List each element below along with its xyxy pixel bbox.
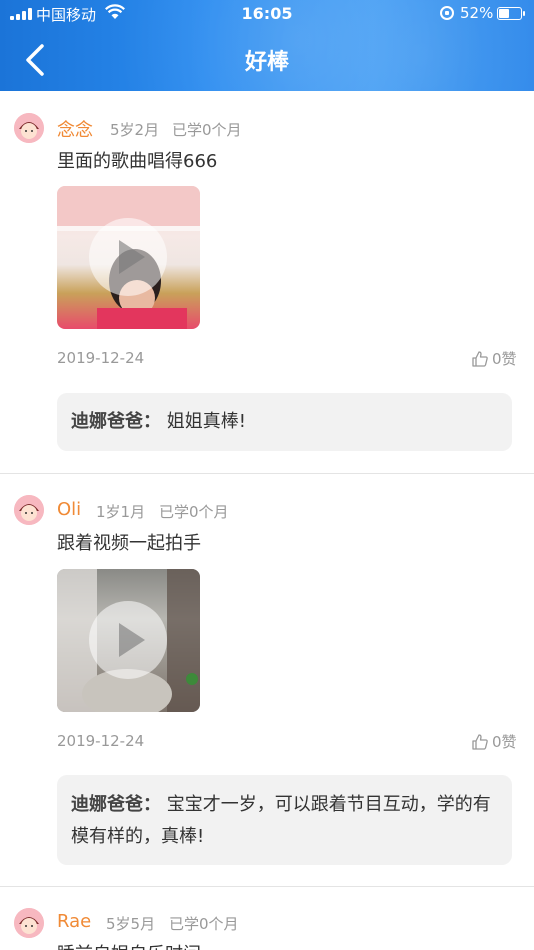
status-bar: 中国移动 16:05 52% (0, 0, 534, 28)
user-age: 5岁2月 (110, 121, 160, 139)
video-thumbnail[interactable] (57, 569, 200, 712)
battery-percent: 52% (460, 4, 494, 22)
study-duration: 已学0个月 (172, 121, 242, 139)
like-button[interactable]: 0赞 (471, 348, 517, 369)
like-button[interactable]: 0赞 (471, 731, 517, 752)
user-age: 5岁5月 (106, 915, 156, 933)
user-name[interactable]: 念念 (57, 116, 93, 142)
avatar[interactable] (14, 908, 44, 938)
battery-icon (497, 7, 525, 20)
app-header: 中国移动 16:05 52% 好棒 (0, 0, 534, 91)
post-date: 2019-12-24 (57, 349, 145, 367)
like-count: 0赞 (492, 350, 517, 368)
comment-text: 里面的歌曲唱得666 (57, 151, 218, 172)
reply-author[interactable]: 迪娜爸爸： (71, 794, 161, 815)
comment-item: Rae 5岁5月 已学0个月 睡前自娱自乐时间 (0, 887, 534, 950)
rotation-lock-icon (440, 6, 454, 20)
reply-box: 迪娜爸爸： 姐姐真棒! (57, 393, 512, 451)
reply-box: 迪娜爸爸： 宝宝才一岁，可以跟着节目互动，学的有模有样的，真棒! (57, 775, 512, 865)
study-duration: 已学0个月 (159, 503, 229, 521)
video-thumbnail[interactable] (57, 186, 200, 329)
post-date: 2019-12-24 (57, 732, 145, 750)
play-icon[interactable] (89, 601, 167, 679)
thumbs-up-icon (472, 350, 488, 367)
study-duration: 已学0个月 (169, 915, 239, 933)
play-icon[interactable] (89, 218, 167, 296)
reply-text: 姐姐真棒! (166, 411, 246, 432)
comment-item: 念念 5岁2月 已学0个月 里面的歌曲唱得666 2019-12-24 0赞 迪… (0, 91, 534, 473)
avatar[interactable] (14, 113, 44, 143)
thumbs-up-icon (472, 733, 488, 750)
comment-text: 睡前自娱自乐时间 (57, 940, 201, 950)
user-age: 1岁1月 (96, 503, 146, 521)
page-title: 好棒 (244, 50, 289, 75)
avatar[interactable] (14, 495, 44, 525)
reply-author[interactable]: 迪娜爸爸： (71, 411, 161, 432)
comment-text: 跟着视频一起拍手 (57, 533, 201, 554)
comment-item: Oli 1岁1月 已学0个月 跟着视频一起拍手 2019-12-24 0赞 迪娜… (0, 474, 534, 886)
like-count: 0赞 (492, 733, 517, 751)
user-name[interactable]: Rae (57, 911, 91, 932)
user-name[interactable]: Oli (57, 499, 81, 520)
